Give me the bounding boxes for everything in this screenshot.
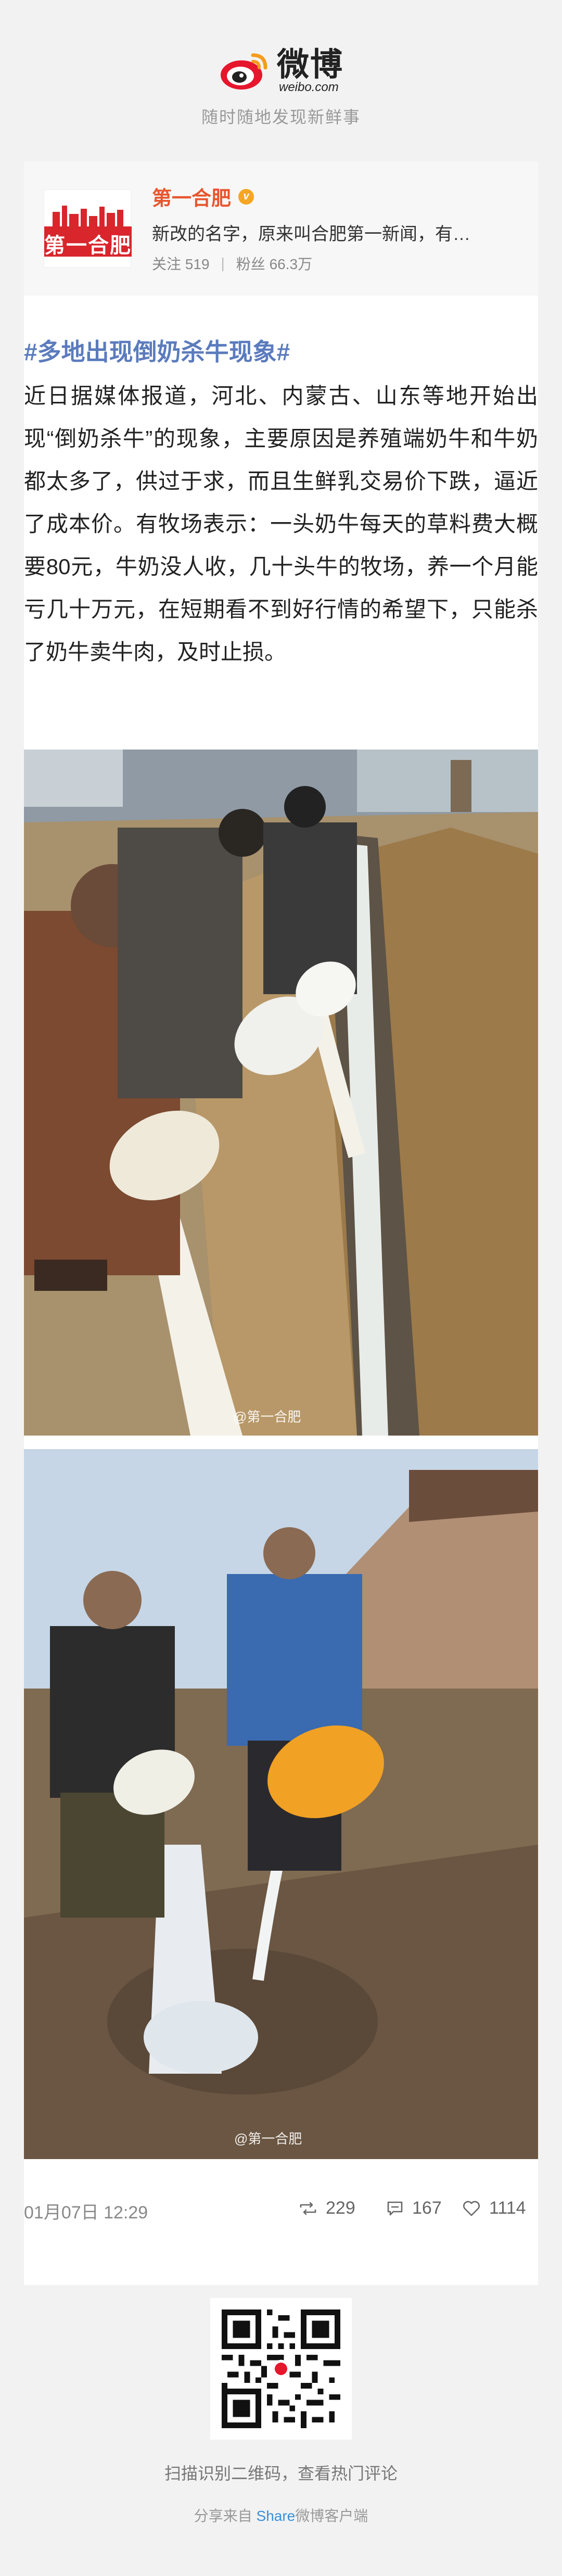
stats-divider: | xyxy=(221,255,225,271)
post-card: 第一合肥 第一合肥 v 新改的名字，原来叫合肥第一新闻，有… 关注 519 | … xyxy=(24,161,538,2285)
post-meta: 01月07日 12:29 229 167 1114 xyxy=(24,2194,538,2225)
logo-domain: weibo.com xyxy=(278,80,339,94)
topic-hashtag-link[interactable]: #多地出现倒奶杀牛现象# xyxy=(24,333,538,367)
comment-button[interactable]: 167 xyxy=(386,2198,442,2218)
image-watermark: @第一合肥 xyxy=(234,2131,302,2147)
repost-button[interactable]: 229 xyxy=(299,2198,355,2218)
author-name-label: 第一合肥 xyxy=(152,188,232,210)
share-attribution: 分享来自 Share微博客户端 xyxy=(194,2508,368,2524)
post-image-2[interactable]: @第一合肥 xyxy=(24,1449,538,2159)
avatar-text: 第一合肥 xyxy=(44,234,132,258)
author-description: 新改的名字，原来叫合肥第一新闻，有… xyxy=(152,224,470,244)
post-body: 近日据媒体报道，河北、内蒙古、山东等地开始出现“倒奶杀牛”的现象，主要原因是养殖… xyxy=(24,384,538,664)
verified-badge-icon: v xyxy=(238,188,254,205)
qr-code-icon xyxy=(222,2309,340,2428)
qr-code[interactable] xyxy=(210,2298,352,2440)
post-date: 01月07日 12:29 xyxy=(24,2203,148,2223)
share-brand-link[interactable]: Share xyxy=(257,2508,296,2524)
avatar[interactable]: 第一合肥 xyxy=(44,189,132,268)
skyline-icon xyxy=(53,206,123,226)
author-stats: 关注 519 | 粉丝 66.3万 xyxy=(152,253,312,274)
comment-icon xyxy=(387,2201,403,2215)
author-name[interactable]: 第一合肥 v xyxy=(152,182,254,211)
repost-count: 229 xyxy=(326,2198,355,2218)
image-watermark: @第一合肥 xyxy=(233,1409,301,1425)
like-count: 1114 xyxy=(489,2198,526,2218)
repost-icon xyxy=(300,2202,316,2215)
logo-title: 微博 xyxy=(276,45,343,83)
heart-icon xyxy=(463,2201,480,2216)
weibo-logo[interactable]: 微博 weibo.com xyxy=(0,48,562,94)
follow-stat: 关注 519 xyxy=(152,256,210,272)
author-panel[interactable]: 第一合肥 第一合肥 v 新改的名字，原来叫合肥第一新闻，有… 关注 519 | … xyxy=(24,161,538,296)
like-button[interactable]: 1114 xyxy=(462,2198,526,2218)
fans-stat: 粉丝 66.3万 xyxy=(236,256,313,272)
comment-count: 167 xyxy=(412,2198,442,2218)
post-image-1[interactable]: @第一合肥 xyxy=(24,750,538,1436)
slogan: 随时随地发现新鲜事 xyxy=(201,108,361,126)
qr-caption: 扫描识别二维码，查看热门评论 xyxy=(164,2464,398,2483)
weibo-eye-icon xyxy=(219,50,269,92)
app-header: 微博 weibo.com 随时随地发现新鲜事 xyxy=(0,0,562,156)
